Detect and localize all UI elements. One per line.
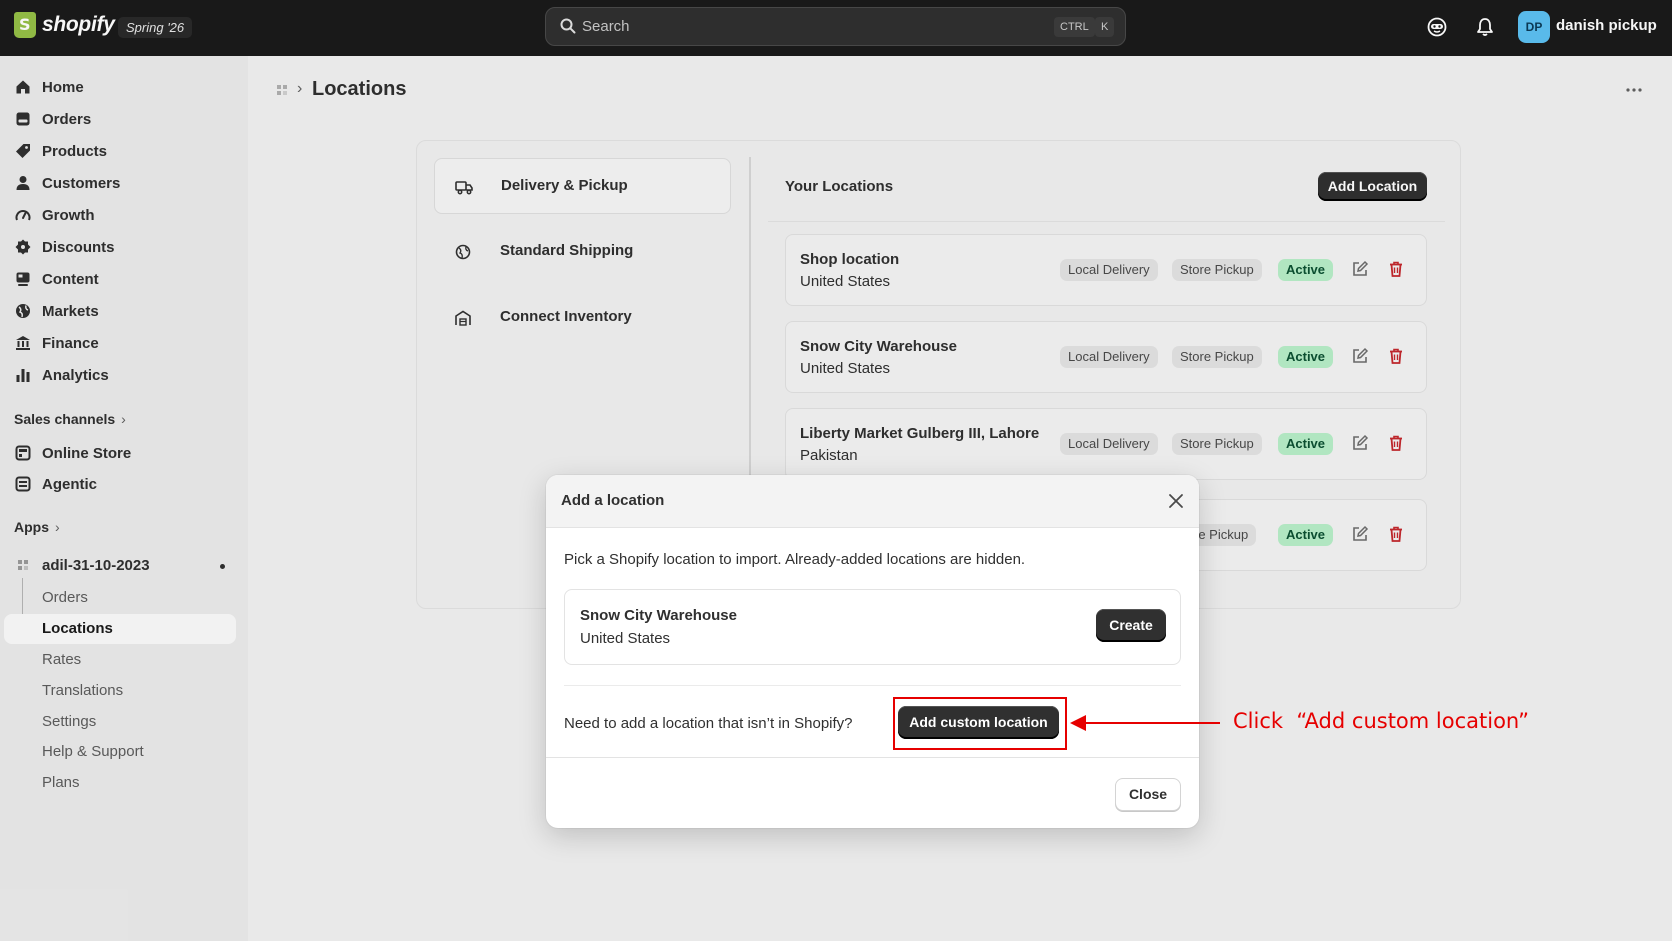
modal-separator: [564, 685, 1181, 686]
create-button[interactable]: Create: [1096, 609, 1166, 642]
import-location-country: United States: [580, 630, 671, 647]
add-location-modal: Add a location Pick a Shopify location t…: [546, 475, 1199, 828]
annotation-text: Click “Add custom location”: [1233, 709, 1529, 733]
close-icon[interactable]: [1166, 491, 1186, 511]
annotation-arrow-line: [1080, 722, 1220, 724]
annotation-highlight-box: [893, 697, 1067, 750]
import-location-name: Snow City Warehouse: [580, 607, 737, 624]
modal-header: Add a location: [546, 475, 1199, 528]
modal-description: Pick a Shopify location to import. Alrea…: [564, 551, 1026, 568]
modal-title: Add a location: [561, 492, 665, 509]
modal-footer-divider: [546, 757, 1199, 758]
import-location-card: Snow City Warehouse United States Create: [564, 589, 1181, 665]
custom-location-question: Need to add a location that isn’t in Sho…: [564, 715, 853, 732]
close-button[interactable]: Close: [1115, 778, 1181, 811]
